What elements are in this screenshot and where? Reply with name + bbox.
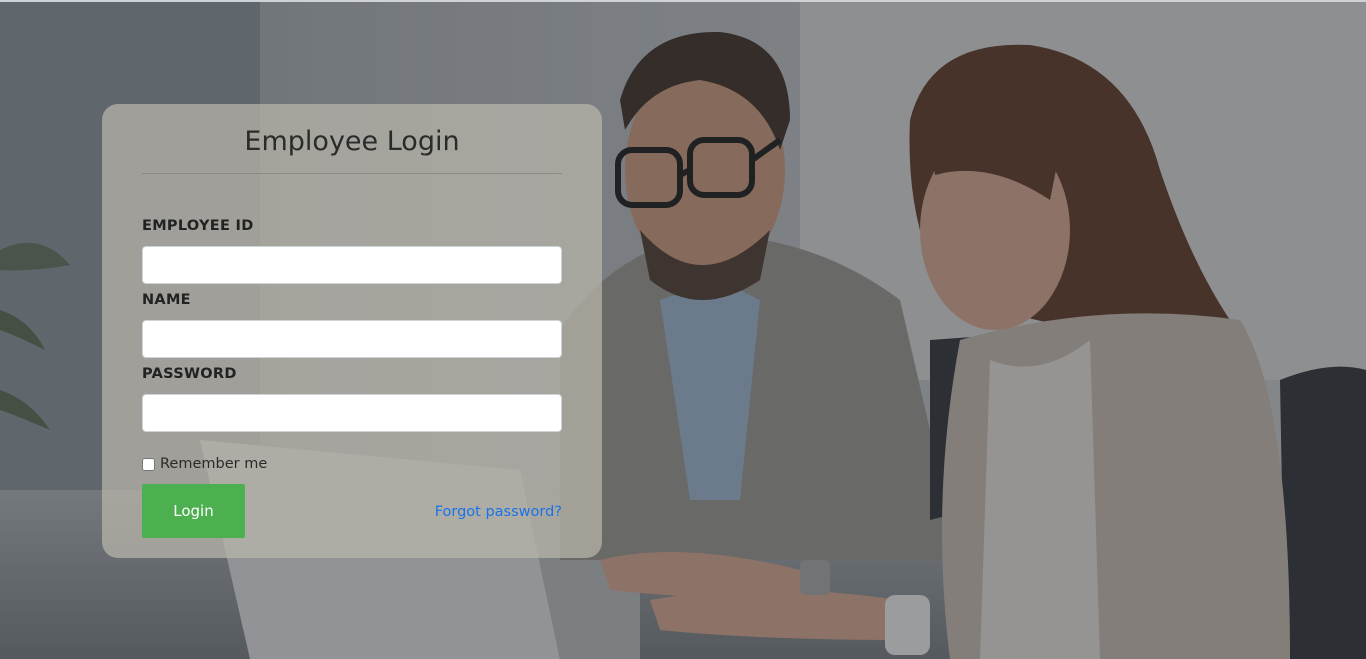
login-button[interactable]: Login <box>142 484 245 538</box>
top-border <box>0 0 1366 2</box>
login-card: Employee Login EMPLOYEE ID NAME PASSWORD… <box>102 104 602 558</box>
login-page: Employee Login EMPLOYEE ID NAME PASSWORD… <box>0 0 1366 659</box>
card-title: Employee Login <box>244 126 460 157</box>
password-input[interactable] <box>142 394 562 432</box>
forgot-password-link[interactable]: Forgot password? <box>435 504 562 520</box>
name-input[interactable] <box>142 320 562 358</box>
remember-me-row: Remember me <box>142 456 267 472</box>
remember-me-label: Remember me <box>160 456 268 472</box>
employee-id-input[interactable] <box>142 246 562 284</box>
remember-me-checkbox[interactable] <box>142 457 155 471</box>
name-label: NAME <box>142 292 191 308</box>
password-label: PASSWORD <box>142 366 237 382</box>
employee-id-label: EMPLOYEE ID <box>142 218 254 234</box>
title-divider <box>142 173 562 174</box>
